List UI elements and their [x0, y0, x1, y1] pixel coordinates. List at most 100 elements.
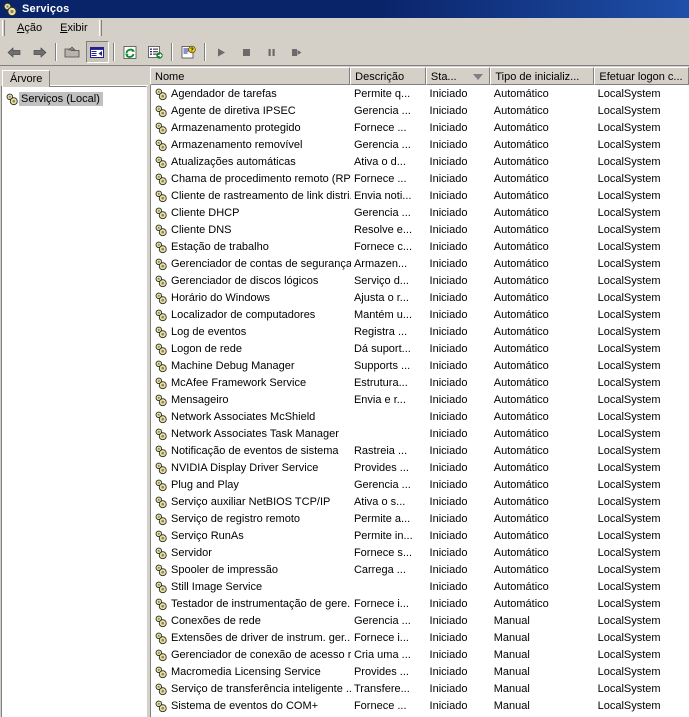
- table-row[interactable]: Conexões de rede Gerencia ... Iniciado Manu…: [151, 612, 689, 629]
- column-header-efetuar-logon[interactable]: Efetuar logon c...: [594, 67, 689, 85]
- table-row[interactable]: McAfee Framework Service Estrutura... Inic…: [151, 374, 689, 391]
- table-row[interactable]: Serviço RunAs Permite in... Iniciado Automá…: [151, 527, 689, 544]
- stop-service-icon[interactable]: [235, 41, 258, 63]
- service-status-cell: Iniciado: [429, 444, 468, 457]
- service-gear-icon: [154, 342, 168, 356]
- tree-node-servicos-local[interactable]: Serviços (Local): [5, 91, 144, 107]
- menu-grip[interactable]: [2, 20, 5, 36]
- service-name-label: Serviço auxiliar NetBIOS TCP/IP: [171, 495, 331, 508]
- tree-body[interactable]: Serviços (Local): [1, 86, 147, 717]
- column-header-status[interactable]: Sta...: [425, 67, 491, 85]
- table-row[interactable]: Serviço auxiliar NetBIOS TCP/IP Ativa o s…: [151, 493, 689, 510]
- table-row[interactable]: Sistema de eventos do COM+ Fornece ... Ini…: [151, 697, 689, 714]
- service-name-cell: Cliente de rastreamento de link distri..…: [151, 189, 351, 203]
- service-name-label: Serviço de transferência inteligente ...: [171, 682, 351, 695]
- table-row[interactable]: Servidor Fornece s... Iniciado Automático Lo…: [151, 544, 689, 561]
- column-header-descricao[interactable]: Descrição: [350, 67, 426, 85]
- table-row[interactable]: Localizador de computadores Mantém u... In…: [151, 306, 689, 323]
- service-gear-icon: [154, 563, 168, 577]
- table-row[interactable]: Serviço de registro remoto Permite a... In…: [151, 510, 689, 527]
- table-row[interactable]: Gerenciador de conexão de acesso r... Cri…: [151, 646, 689, 663]
- pause-service-icon[interactable]: [260, 41, 283, 63]
- refresh-icon[interactable]: [119, 41, 142, 63]
- column-header-tipo-inicializacao[interactable]: Tipo de inicializ...: [490, 67, 595, 85]
- table-row[interactable]: Gerenciador de discos lógicos Serviço d..…: [151, 272, 689, 289]
- service-logon-as-cell: LocalSystem: [597, 274, 661, 287]
- table-row[interactable]: Estação de trabalho Fornece c... Iniciado A…: [151, 238, 689, 255]
- export-list-icon[interactable]: [144, 41, 167, 63]
- table-row[interactable]: NVIDIA Display Driver Service Provides ..…: [151, 459, 689, 476]
- table-row[interactable]: Mensageiro Envia e r... Iniciado Automático…: [151, 391, 689, 408]
- service-startup-type-cell: Automático: [493, 342, 549, 355]
- table-row[interactable]: Gerenciador de contas de segurança Armaze…: [151, 255, 689, 272]
- start-service-icon[interactable]: [210, 41, 233, 63]
- service-gear-icon: [154, 325, 168, 339]
- table-row[interactable]: Agente de diretiva IPSEC Gerencia ... Inic…: [151, 102, 689, 119]
- table-row[interactable]: Serviço de transferência inteligente ...…: [151, 680, 689, 697]
- up-folder-icon[interactable]: [61, 41, 84, 63]
- service-name-label: Gerenciador de contas de segurança: [171, 257, 351, 270]
- service-startup-type-cell: Manual: [493, 682, 530, 695]
- service-status-cell: Iniciado: [429, 206, 468, 219]
- table-row[interactable]: Macromedia Licensing Service Provides ...…: [151, 663, 689, 680]
- service-name-cell: Agente de diretiva IPSEC: [151, 104, 351, 118]
- table-row[interactable]: Logon de rede Dá suport... Iniciado Automát…: [151, 340, 689, 357]
- table-row[interactable]: Armazenamento protegido Fornece ... Inicia…: [151, 119, 689, 136]
- back-icon[interactable]: [3, 41, 26, 63]
- menu-item-exibir[interactable]: EExibirxibir: [51, 20, 97, 36]
- service-name-cell: Testador de instrumentação de gere...: [151, 597, 351, 611]
- service-startup-type-cell: Automático: [493, 240, 549, 253]
- table-row[interactable]: Network Associates McShield Iniciado Autom…: [151, 408, 689, 425]
- service-name-label: Logon de rede: [171, 342, 242, 355]
- service-gear-icon: [154, 359, 168, 373]
- service-status-cell: Iniciado: [429, 410, 468, 423]
- table-row[interactable]: Cliente DHCP Gerencia ... Iniciado Automáti…: [151, 204, 689, 221]
- service-description-cell: Ativa o d...: [353, 155, 406, 168]
- service-description-cell: Supports ...: [353, 359, 411, 372]
- table-row[interactable]: Horário do Windows Ajusta o r... Iniciado A…: [151, 289, 689, 306]
- service-startup-type-cell: Automático: [493, 546, 549, 559]
- table-row[interactable]: Notificação de eventos de sistema Rastrei…: [151, 442, 689, 459]
- service-logon-as-cell: LocalSystem: [597, 104, 661, 117]
- table-row[interactable]: Agendador de tarefas Permite q... Iniciado…: [151, 85, 689, 102]
- table-row[interactable]: Spooler de impressão Carrega ... Iniciado A…: [151, 561, 689, 578]
- restart-service-icon[interactable]: [285, 41, 308, 63]
- service-logon-as-cell: LocalSystem: [597, 682, 661, 695]
- service-name-label: Serviço RunAs: [171, 529, 244, 542]
- table-row[interactable]: Log de eventos Registra ... Iniciado Automá…: [151, 323, 689, 340]
- table-row[interactable]: Extensões de driver de instrum. ger... Fo…: [151, 629, 689, 646]
- table-row[interactable]: Armazenamento removível Gerencia ... Inici…: [151, 136, 689, 153]
- table-row[interactable]: Still Image Service Iniciado Automático Loc…: [151, 578, 689, 595]
- table-row[interactable]: Chama de procedimento remoto (RPC) Fornec…: [151, 170, 689, 187]
- menu-bar: AAçãoção EExibirxibir: [0, 18, 689, 39]
- service-name-cell: Serviço de registro remoto: [151, 512, 351, 526]
- service-logon-as-cell: LocalSystem: [597, 665, 661, 678]
- table-row[interactable]: Machine Debug Manager Supports ... Iniciad…: [151, 357, 689, 374]
- service-description-cell: Armazen...: [353, 257, 408, 270]
- service-gear-icon: [154, 478, 168, 492]
- services-list[interactable]: Agendador de tarefas Permite q... Iniciado…: [150, 85, 689, 717]
- table-row[interactable]: Plug and Play Gerencia ... Iniciado Automát…: [151, 476, 689, 493]
- show-tree-icon[interactable]: [86, 41, 109, 63]
- table-row[interactable]: Network Associates Task Manager Iniciado A…: [151, 425, 689, 442]
- service-gear-icon: [154, 206, 168, 220]
- column-header-nome[interactable]: Nome: [150, 67, 351, 85]
- service-name-label: Log de eventos: [171, 325, 247, 338]
- tree-node-label: Serviços (Local): [19, 92, 103, 106]
- service-name-label: Cliente DNS: [171, 223, 232, 236]
- toolbar-separator-1: [55, 43, 57, 61]
- service-name-label: Machine Debug Manager: [171, 359, 295, 372]
- tab-arvore[interactable]: Árvore: [2, 70, 51, 87]
- menu-item-acao[interactable]: AAçãoção: [8, 20, 51, 36]
- toolbar: ?: [0, 39, 689, 66]
- menu-end-grip: [98, 20, 102, 36]
- service-description-cell: Provides ...: [353, 665, 409, 678]
- table-row[interactable]: Cliente DNS Resolve e... Iniciado Automátic…: [151, 221, 689, 238]
- service-logon-as-cell: LocalSystem: [597, 325, 661, 338]
- table-row[interactable]: Atualizações automáticas Ativa o d... Inic…: [151, 153, 689, 170]
- service-name-cell: Plug and Play: [151, 478, 351, 492]
- table-row[interactable]: Testador de instrumentação de gere... For…: [151, 595, 689, 612]
- help-icon[interactable]: ?: [177, 41, 200, 63]
- table-row[interactable]: Cliente de rastreamento de link distri..…: [151, 187, 689, 204]
- forward-icon[interactable]: [28, 41, 51, 63]
